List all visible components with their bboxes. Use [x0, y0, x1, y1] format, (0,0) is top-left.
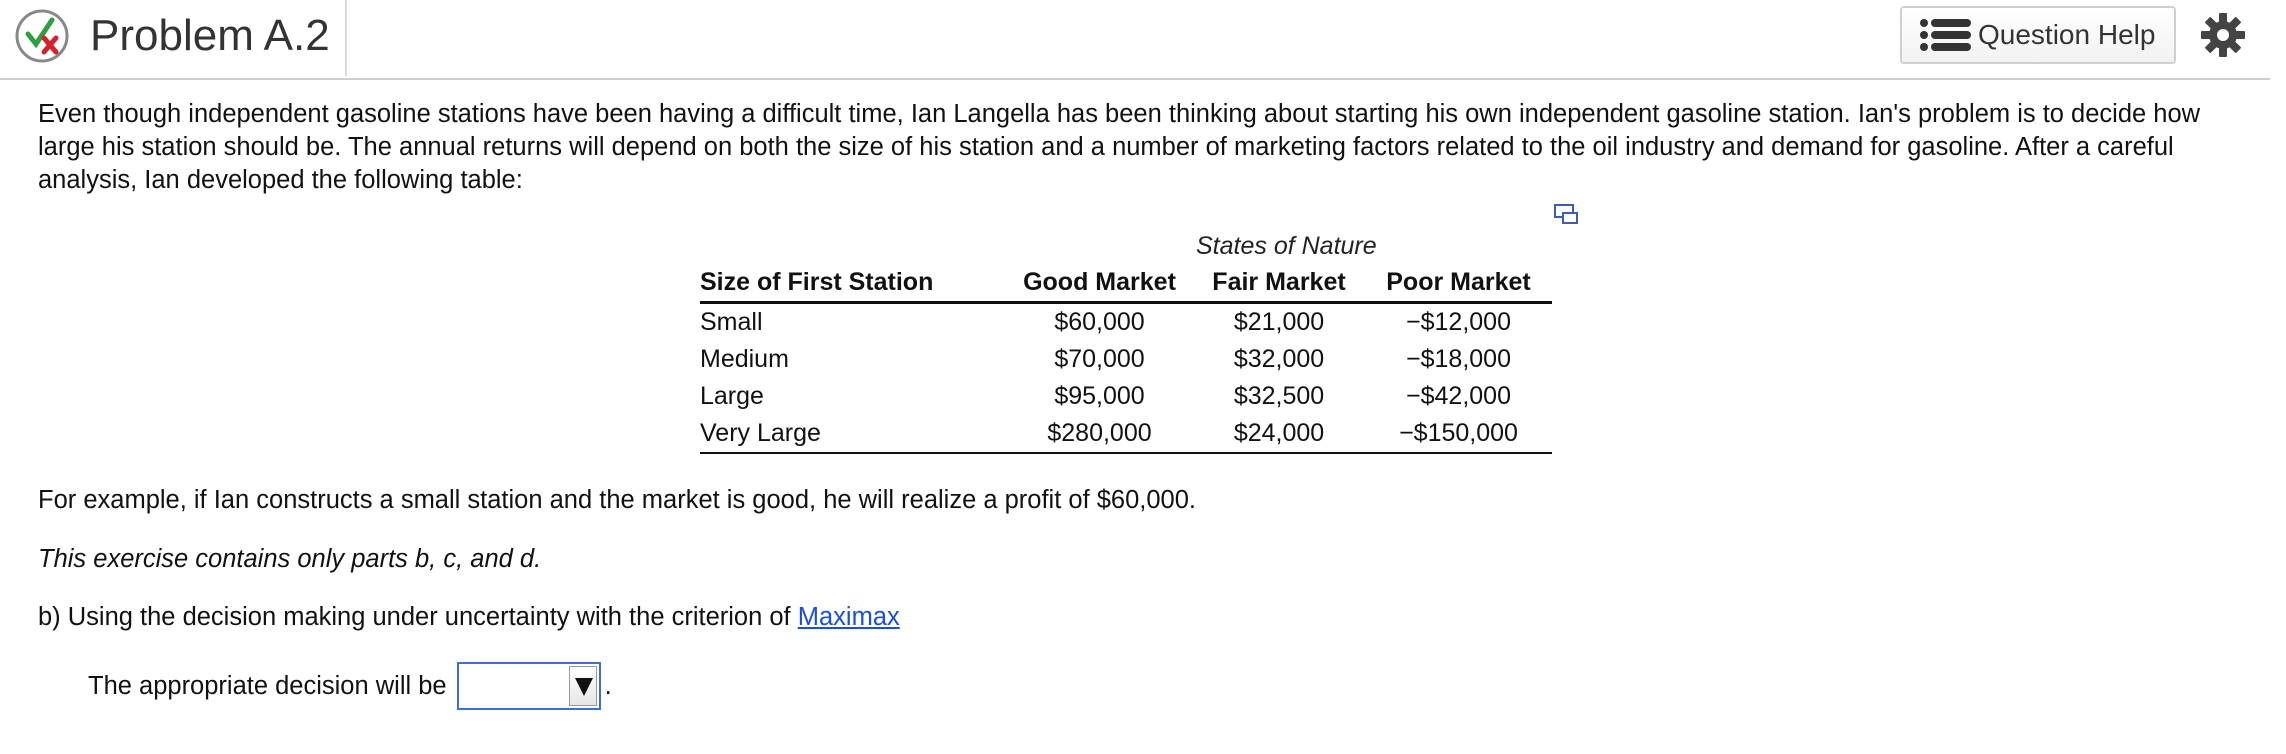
table-cell: −$12,000 [1406, 308, 1511, 336]
list-icon [1920, 19, 1971, 51]
answer-suffix: . [604, 671, 612, 700]
row-label: Large [700, 382, 764, 410]
table-row: Large $95,000 $32,500 −$42,000 [700, 378, 1552, 415]
dropdown-arrow-icon[interactable] [568, 666, 597, 706]
table-cell: $70,000 [1054, 345, 1145, 373]
title-divider [345, 0, 347, 76]
payoff-table: Size of First Station Good Market Fair M… [700, 266, 1552, 454]
answer-row: The appropriate decision will be . [88, 662, 612, 710]
parts-note: This exercise contains only parts b, c, … [38, 545, 542, 573]
table-cell: $32,000 [1233, 345, 1325, 373]
table-row: Medium $70,000 $32,000 −$18,000 [700, 341, 1552, 378]
table-row: Small $60,000 $21,000 −$12,000 [700, 303, 1552, 342]
page-title: Problem A.2 [90, 11, 330, 60]
states-of-nature-label: States of Nature [1196, 232, 1377, 260]
column-header-good-market: Good Market [1006, 266, 1193, 304]
expand-table-icon[interactable] [1554, 204, 1580, 226]
table-row: Very Large $280,000 $24,000 −$150,000 [700, 415, 1552, 454]
row-label: Small [700, 308, 763, 336]
column-header-poor-market: Poor Market [1365, 266, 1552, 304]
table-cell: −$18,000 [1406, 345, 1511, 373]
table-cell: −$42,000 [1406, 382, 1511, 410]
row-label: Very Large [700, 415, 1006, 454]
table-cell: $24,000 [1193, 415, 1365, 454]
answer-label: The appropriate decision will be [88, 671, 447, 700]
question-text: b) Using the decision making under uncer… [38, 603, 798, 631]
maximax-link[interactable]: Maximax [798, 603, 900, 631]
problem-intro: Even though independent gasoline station… [38, 100, 2201, 194]
question-b: b) Using the decision making under uncer… [38, 601, 900, 634]
table-header-row: Size of First Station Good Market Fair M… [700, 266, 1552, 304]
question-help-button[interactable]: Question Help [1900, 6, 2176, 64]
table-cell: −$150,000 [1365, 415, 1552, 454]
table-cell: $280,000 [1006, 415, 1193, 454]
column-header-fair-market: Fair Market [1193, 266, 1365, 304]
table-cell: $60,000 [1054, 308, 1145, 336]
table-cell: $32,500 [1233, 382, 1325, 410]
column-header-size: Size of First Station [700, 266, 1006, 304]
decision-dropdown[interactable] [456, 662, 601, 710]
table-cell: $95,000 [1054, 382, 1145, 410]
header: Problem A.2 Question Help [0, 0, 2270, 80]
example-text: For example, if Ian constructs a small s… [38, 486, 1196, 514]
table-cell: $21,000 [1233, 308, 1325, 336]
status-check-x-icon [15, 9, 69, 63]
row-label: Medium [700, 345, 789, 373]
gear-icon[interactable] [2200, 12, 2246, 58]
question-help-label: Question Help [1978, 19, 2156, 50]
